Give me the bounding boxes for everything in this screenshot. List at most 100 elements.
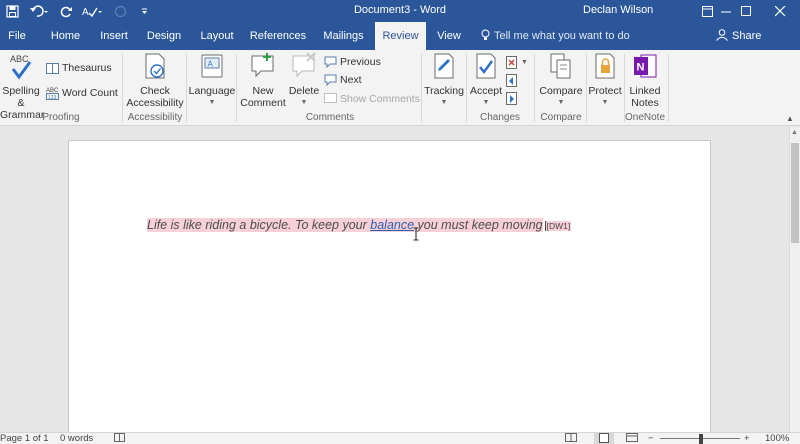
spelling-check-button[interactable]: A [78, 0, 108, 22]
tracking-button[interactable]: Tracking ▼ [423, 52, 465, 109]
linked-notes-button[interactable]: N Linked Notes [625, 52, 665, 109]
tab-layout[interactable]: Layout [193, 22, 241, 50]
tab-home[interactable]: Home [43, 22, 88, 50]
chevron-down-icon: ▼ [208, 99, 216, 106]
show-comments-icon [324, 93, 337, 103]
word-window: A Document3 - Word Declan Wilson File Ho… [0, 0, 800, 444]
tab-references[interactable]: References [245, 22, 311, 50]
onenote-group-label: OneNote [624, 112, 666, 123]
status-bar: Page 1 of 1 0 words − + 100% [0, 432, 800, 444]
close-button[interactable] [760, 0, 800, 22]
collapse-ribbon-button[interactable]: ▲ [786, 114, 794, 123]
delete-comment-button[interactable]: Delete ▼ [287, 52, 321, 109]
protect-button[interactable]: Protect ▼ [587, 52, 623, 109]
next-comment-button[interactable]: Next [324, 72, 362, 88]
chevron-down-icon: ▼ [557, 99, 565, 106]
tell-me-search[interactable]: Tell me what you want to do [481, 22, 630, 50]
changes-group-label: Changes [479, 112, 521, 123]
tab-view[interactable]: View [431, 22, 467, 50]
proofing-status-icon[interactable] [114, 433, 126, 444]
web-layout-icon[interactable] [626, 433, 638, 444]
chevron-down-icon: ▼ [482, 99, 490, 106]
page-indicator[interactable]: Page 1 of 1 [0, 433, 49, 444]
redo-icon [60, 6, 72, 17]
tell-me-label: Tell me what you want to do [494, 30, 630, 42]
language-button[interactable]: A Language ▼ [188, 52, 236, 109]
zoom-slider-thumb[interactable] [699, 434, 703, 444]
accept-icon [476, 53, 496, 79]
customize-qat-button[interactable] [132, 0, 156, 22]
spelling-label-1: Spelling & [2, 85, 40, 109]
check-accessibility-label-1: Check [140, 85, 170, 97]
protect-label: Protect [588, 85, 622, 97]
tracking-label: Tracking [424, 85, 464, 97]
compare-button[interactable]: Compare ▼ [536, 52, 586, 109]
new-comment-button[interactable]: New Comment [239, 52, 287, 109]
check-accessibility-button[interactable]: Check Accessibility [124, 52, 186, 109]
tab-insert[interactable]: Insert [92, 22, 136, 50]
save-button[interactable] [0, 0, 24, 22]
previous-change-icon [506, 73, 517, 87]
accessibility-icon [145, 53, 165, 79]
svg-text:A: A [82, 7, 89, 18]
compare-label: Compare [539, 85, 583, 97]
user-name[interactable]: Declan Wilson [583, 4, 653, 16]
comments-group-label: Comments [305, 112, 355, 123]
undo-button[interactable] [24, 0, 54, 22]
abc-check-icon: ABC [10, 54, 32, 80]
vertical-scrollbar[interactable]: ▲ [789, 127, 800, 432]
delete-comment-icon [292, 52, 316, 78]
share-button[interactable]: Share [716, 22, 761, 50]
zoom-in-button[interactable]: + [744, 433, 750, 444]
redo-button[interactable] [54, 0, 78, 22]
accept-button[interactable]: Accept ▼ [467, 52, 505, 109]
svg-text:ABC: ABC [10, 54, 29, 64]
previous-comment-icon [324, 56, 337, 68]
document-page[interactable]: Life is like riding a bicycle. To keep y… [68, 140, 711, 432]
tab-review[interactable]: Review [375, 22, 426, 50]
print-layout-icon[interactable] [594, 433, 614, 444]
circle-icon [114, 5, 126, 17]
show-comments-button[interactable]: Show Comments [324, 91, 420, 107]
maximize-icon [740, 5, 751, 16]
chevron-down-icon: ▼ [300, 99, 308, 106]
chevron-down-icon: ▼ [521, 58, 528, 66]
previous-change-button[interactable] [505, 72, 518, 88]
text-run: you must keep moving [414, 218, 543, 232]
reject-button[interactable]: ▼ [505, 54, 528, 70]
comment-marker[interactable]: [DW1] [544, 221, 572, 231]
next-change-button[interactable] [505, 90, 518, 106]
scroll-up-icon[interactable]: ▲ [791, 129, 798, 136]
linked-notes-label-2: Notes [631, 97, 659, 109]
check-accessibility-label-2: Accessibility [126, 97, 184, 109]
lock-icon [595, 53, 615, 79]
onenote-icon: N [634, 54, 657, 78]
group-separator [236, 54, 237, 122]
zoom-out-button[interactable]: − [648, 433, 654, 444]
touch-mode-button[interactable] [108, 0, 132, 22]
tab-mailings[interactable]: Mailings [316, 22, 371, 50]
title-bar: A Document3 - Word Declan Wilson [0, 0, 800, 22]
lightbulb-icon [481, 29, 490, 40]
thesaurus-button[interactable]: Thesaurus [46, 60, 112, 76]
document-paragraph[interactable]: Life is like riding a bicycle. To keep y… [147, 218, 572, 233]
scrollbar-thumb[interactable] [791, 143, 799, 243]
svg-text:N: N [637, 62, 645, 74]
spelling-grammar-button[interactable]: ABC Spelling & Grammar [0, 52, 44, 121]
word-count-status[interactable]: 0 words [60, 433, 93, 444]
word-count-button[interactable]: ABC 123 Word Count [46, 85, 118, 101]
group-separator [534, 54, 535, 122]
zoom-level[interactable]: 100% [765, 433, 789, 444]
tab-file[interactable]: File [0, 22, 34, 50]
language-label: Language [188, 85, 236, 97]
delete-label: Delete [288, 85, 320, 97]
tab-design[interactable]: Design [140, 22, 188, 50]
compare-group-label: Compare [540, 112, 582, 123]
ribbon-tabs: File Home Insert Design Layout Reference… [0, 22, 800, 50]
person-icon [716, 29, 728, 41]
chevron-down-icon: ▼ [601, 99, 609, 106]
read-mode-icon[interactable] [565, 433, 577, 444]
previous-comment-button[interactable]: Previous [324, 54, 381, 70]
word-count-label: Word Count [62, 87, 118, 99]
next-change-icon [506, 91, 517, 105]
